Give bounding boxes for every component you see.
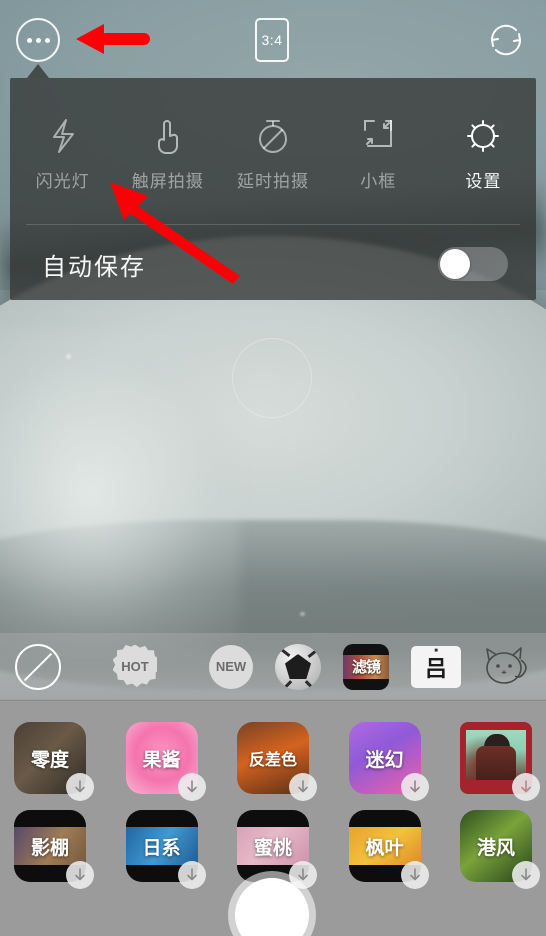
shutter-button-icon	[235, 878, 309, 936]
portrait-photo	[466, 730, 526, 780]
filter-item-fanchase[interactable]: 反差色	[237, 722, 317, 801]
category-label: 吕	[424, 655, 447, 681]
more-dots-icon	[44, 37, 50, 43]
aspect-ratio-button[interactable]: 3:4	[255, 18, 289, 62]
category-label: HOT	[121, 659, 149, 674]
flash-icon	[46, 114, 80, 158]
settings-item-label: 延时拍摄	[237, 172, 309, 191]
cat-face-icon	[486, 646, 527, 684]
camera-flip-button[interactable]	[484, 18, 528, 62]
filter-item-lingdu[interactable]: 零度	[14, 722, 94, 801]
focus-ring-icon	[232, 338, 312, 418]
category-sports[interactable]	[275, 643, 321, 690]
more-options-button[interactable]	[16, 18, 60, 62]
filter-name: 枫叶	[365, 837, 404, 859]
filter-item-rixi[interactable]: 日系	[125, 810, 206, 889]
download-arrow-icon[interactable]	[66, 773, 94, 801]
gear-icon	[463, 114, 503, 158]
filter-name: 影棚	[30, 837, 69, 859]
download-arrow-icon[interactable]	[289, 773, 317, 801]
panel-pointer	[27, 64, 49, 78]
toggle-knob	[440, 249, 470, 279]
filter-item-gangfeng[interactable]: 港风	[460, 810, 540, 889]
settings-item-label: 闪光灯	[35, 172, 90, 191]
category-new[interactable]: NEW	[209, 644, 253, 689]
download-arrow-icon[interactable]	[512, 861, 540, 889]
category-filters[interactable]: 滤镜	[343, 643, 389, 690]
filter-item-mihuan[interactable]: 迷幻	[348, 722, 429, 801]
download-arrow-icon[interactable]	[512, 773, 540, 801]
soccer-ball-seam	[281, 679, 293, 690]
viewfinder-speck	[66, 354, 71, 359]
filter-item-guojiang[interactable]: 果酱	[125, 722, 206, 801]
filter-name: 反差色	[248, 752, 297, 769]
settings-item-settings[interactable]: 设置	[431, 78, 536, 214]
filter-name: 蜜桃	[253, 837, 292, 859]
filter-row: 零度 果酱 反差色 迷幻	[0, 700, 546, 801]
category-stickers[interactable]	[481, 644, 531, 690]
settings-item-label: 设置	[465, 172, 502, 191]
panel-divider	[26, 224, 520, 225]
touch-hand-icon	[151, 114, 185, 158]
timer-off-icon	[254, 114, 292, 158]
more-dots-icon	[26, 37, 32, 43]
filter-name: 果酱	[142, 749, 181, 771]
filter-item-portrait[interactable]	[460, 722, 540, 801]
filter-name: 迷幻	[365, 749, 404, 771]
filter-item-yingpeng[interactable]: 影棚	[14, 810, 94, 889]
thumb-band	[125, 810, 198, 827]
filter-row: 影棚 日系 蜜桃 枫叶 港风	[0, 794, 546, 889]
category-hot[interactable]: HOT	[113, 644, 157, 688]
soccer-ball-seam	[307, 646, 321, 658]
filter-category-bar: HOT NEW 滤镜 ■ 吕	[0, 633, 546, 700]
settings-item-timer[interactable]: 延时拍摄	[220, 78, 325, 214]
autosave-toggle[interactable]	[438, 247, 508, 281]
settings-dropdown-panel: 闪光灯 触屏拍摄 延时拍摄 小框 设置 自动保存	[10, 78, 536, 300]
card-top-mark: ■	[434, 647, 438, 654]
portrait-body	[476, 746, 516, 780]
settings-item-flash[interactable]: 闪光灯	[10, 78, 115, 214]
settings-item-label: 触屏拍摄	[131, 172, 204, 191]
small-frame-icon	[359, 114, 397, 158]
download-arrow-icon[interactable]	[400, 861, 429, 889]
soccer-ball-seam	[304, 679, 316, 690]
category-label: 滤镜	[351, 658, 381, 676]
settings-icon-row: 闪光灯 触屏拍摄 延时拍摄 小框 设置	[10, 78, 536, 214]
download-arrow-icon[interactable]	[66, 861, 94, 889]
thumb-band	[348, 810, 421, 827]
filter-name: 零度	[30, 749, 69, 771]
download-arrow-icon[interactable]	[400, 773, 429, 801]
top-toolbar: 3:4	[0, 0, 546, 80]
category-text-card[interactable]: ■ 吕	[411, 645, 461, 688]
category-label: NEW	[215, 659, 247, 674]
camera-flip-icon	[490, 24, 522, 56]
download-arrow-icon[interactable]	[177, 861, 206, 889]
aspect-ratio-label: 3:4	[261, 32, 283, 48]
download-arrow-icon[interactable]	[177, 773, 206, 801]
filter-name: 港风	[476, 837, 515, 859]
settings-item-touch-shoot[interactable]: 触屏拍摄	[115, 78, 220, 214]
category-no-filter[interactable]	[15, 643, 61, 690]
soccer-ball-icon	[285, 654, 311, 679]
more-dots-icon	[35, 37, 41, 43]
autosave-row[interactable]: 自动保存	[10, 228, 536, 300]
camera-app-screen: 3:4 闪光灯 触屏拍摄 延时拍摄 小框 设置 自动保存 HOT NEW 滤镜 …	[0, 0, 546, 936]
soccer-ball-seam	[277, 645, 291, 657]
autosave-label: 自动保存	[42, 253, 146, 281]
settings-item-label: 小框	[360, 172, 397, 191]
settings-item-small-frame[interactable]: 小框	[326, 78, 431, 214]
filter-name: 日系	[142, 837, 181, 859]
filter-item-fengye[interactable]: 枫叶	[348, 810, 429, 889]
thumb-band	[237, 810, 309, 827]
thumb-band	[14, 810, 86, 827]
